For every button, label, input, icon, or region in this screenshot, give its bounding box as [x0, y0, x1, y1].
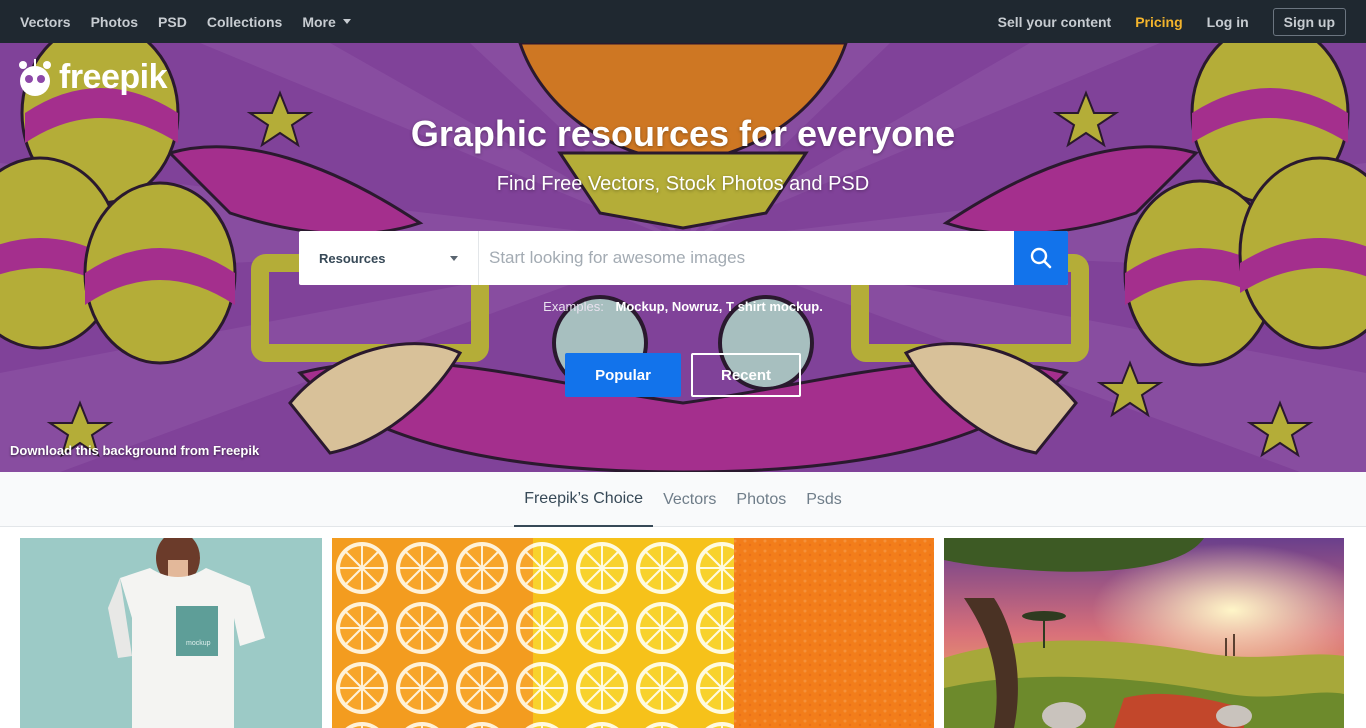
thumbnail-savanna-landscape[interactable]	[944, 538, 1344, 728]
examples-label: Examples:	[543, 299, 604, 314]
search-icon	[1030, 247, 1052, 269]
nav-right: Sell your content Pricing Log in Sign up	[998, 7, 1346, 36]
recent-button[interactable]: Recent	[691, 353, 801, 397]
nav-vectors-link[interactable]: Vectors	[20, 14, 71, 30]
popular-button[interactable]: Popular	[565, 353, 681, 397]
tab-vectors[interactable]: Vectors	[653, 472, 726, 527]
nav-more-label: More	[302, 13, 336, 30]
mockup-print-label: mockup	[186, 640, 211, 647]
nav-more-menu[interactable]: More	[302, 13, 351, 30]
nav-photos-link[interactable]: Photos	[91, 14, 138, 30]
tab-freepiks-choice[interactable]: Freepik’s Choice	[514, 472, 654, 527]
tab-photos[interactable]: Photos	[726, 472, 796, 527]
search-examples: Examples: Mockup, Nowruz, T shirt mockup…	[0, 299, 1366, 314]
chevron-down-icon	[342, 19, 351, 24]
hero-subtitle: Find Free Vectors, Stock Photos and PSD	[496, 173, 870, 195]
example-link-nowruz[interactable]: Nowruz,	[672, 299, 723, 314]
login-link[interactable]: Log in	[1207, 14, 1249, 30]
citrus-slices-image	[332, 538, 934, 728]
chevron-down-icon	[450, 255, 458, 261]
content-tabs: Freepik’s Choice Vectors Photos Psds	[0, 472, 1366, 527]
sell-content-link[interactable]: Sell your content	[998, 14, 1112, 30]
tab-psds[interactable]: Psds	[796, 472, 852, 527]
nav-left: Vectors Photos PSD Collections More	[20, 14, 351, 30]
thumbnail-citrus-slices[interactable]	[332, 538, 934, 728]
resource-type-select[interactable]: Resources	[299, 231, 479, 285]
logo-wordmark: freepik	[59, 57, 168, 96]
example-link-tshirt-mockup[interactable]: T shirt mockup.	[726, 299, 823, 314]
example-link-mockup[interactable]: Mockup,	[615, 299, 668, 314]
hero-banner: freepik Graphic resources for everyone F…	[0, 43, 1366, 472]
freepik-logo-icon	[19, 59, 51, 96]
top-navigation: Vectors Photos PSD Collections More Sell…	[0, 0, 1366, 43]
signup-button[interactable]: Sign up	[1272, 7, 1346, 36]
resource-type-label: Resources	[319, 250, 386, 266]
thumbnail-tshirt-mockup[interactable]: mockup	[20, 538, 322, 728]
search-input[interactable]	[479, 231, 1014, 285]
nav-collections-link[interactable]: Collections	[207, 14, 282, 30]
freepik-logo[interactable]: freepik	[15, 57, 168, 97]
hero-title: Graphic resources for everyone	[410, 113, 956, 154]
search-bar: Resources	[299, 231, 1068, 285]
nav-psd-link[interactable]: PSD	[158, 14, 187, 30]
hero-buttons: Popular Recent	[565, 353, 801, 397]
background-credit-link[interactable]: Download this background from Freepik	[10, 443, 259, 458]
savanna-landscape-image	[944, 538, 1344, 728]
tshirt-mockup-image	[20, 538, 322, 728]
pricing-link[interactable]: Pricing	[1135, 14, 1182, 30]
search-button[interactable]	[1014, 231, 1068, 285]
